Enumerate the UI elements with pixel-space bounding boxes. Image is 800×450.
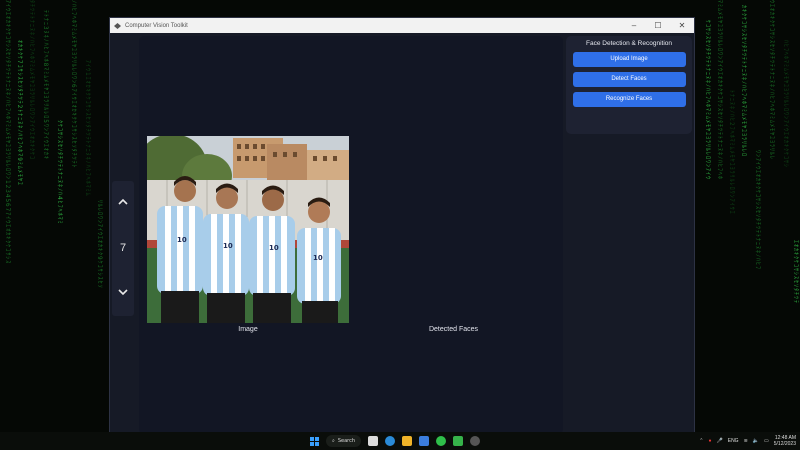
task-view-icon[interactable] [368,436,378,446]
search-icon: ⌕ [332,438,335,444]
svg-text:10: 10 [313,254,323,262]
matrix-rain: ｶｷｸｹｺｻｼｽｾｿﾀﾁﾂﾃﾄﾅﾆﾇﾈﾉﾊﾋﾌﾍﾎﾏﾐﾑﾒﾓﾔﾕﾖﾗﾘﾙﾚﾛ [740,5,747,158]
image-display-panel: 10 10 10 10 Image Detected Faces [139,36,563,434]
matrix-rain: ｳｴｵｶｷｸｹｺｻｼｽｾｿﾀﾁﾂﾃﾄﾅﾆﾇﾈﾉﾊﾋﾌﾍﾎﾏﾐﾑﾒﾓﾔﾕﾖﾗﾘﾙﾚ [768,0,775,161]
title-bar[interactable]: Computer Vision Toolkit – ☐ ✕ [110,18,694,33]
close-icon: ✕ [678,21,686,30]
microphone-icon[interactable]: 🎤 [717,438,723,444]
app-window: Computer Vision Toolkit – ☐ ✕ 7 10 10 10… [109,17,695,436]
matrix-rain: ｴｵｶｷｸｹｺｻｼｽｾｿﾀﾁﾂﾃ [792,240,799,305]
search-label: Search [337,438,355,444]
controls-panel: Face Detection & Recognition Upload Imag… [566,36,692,134]
taskbar-search[interactable]: ⌕ Search [326,435,361,447]
matrix-rain: ｵｶｷｸｹ7ｺｻｼｽｾｿﾀﾁﾂﾃ2ﾄﾅﾆﾇﾈﾉﾊﾋﾌﾍﾎﾏ9ﾐﾑﾒﾓﾔﾕ [16,40,23,186]
vscode-icon[interactable] [419,436,429,446]
maximize-icon: ☐ [654,21,662,30]
volume-icon[interactable]: 🔈 [753,438,759,444]
upload-image-button[interactable]: Upload Image [572,52,686,67]
image-caption: Image [238,326,258,333]
taskbar: ⌕ Search ⌃ ● 🎤 ENG ≋ 🔈 ▭ 12:48 AM 5/12/2… [0,432,800,450]
windows-start-icon[interactable] [309,436,319,446]
chevron-down-icon[interactable] [118,289,128,299]
input-image: 10 10 10 10 [147,136,349,323]
chrome-icon[interactable] [436,436,446,446]
detected-faces-caption: Detected Faces [428,326,479,333]
matrix-rain: ｱｲｳｴｵｶｷｸｹｺｻｼｽｾｿﾀﾁﾂﾃﾄﾅﾆﾇﾈﾉﾊﾋﾌﾍﾎﾏﾐﾑﾒﾓﾔﾕﾖﾗﾘ… [4,0,11,265]
edge-icon[interactable] [385,436,395,446]
clock[interactable]: 12:48 AM 5/12/2023 [774,435,796,447]
language-indicator[interactable]: ENG [728,438,739,444]
file-explorer-icon[interactable] [402,436,412,446]
clock-date: 5/12/2023 [773,441,796,447]
page-navigator: 7 [112,181,134,316]
matrix-rain: ﾉﾊﾋﾌﾍﾎﾏﾐﾑﾒﾓﾔﾕﾖﾗﾘﾙﾚﾛﾜﾝ6ｱｲｳｴｵｶｷｸｹｺｻｼｽｾｿﾀﾁﾂ… [70,0,77,169]
record-icon[interactable]: ● [708,438,711,444]
terminal-icon[interactable] [453,436,463,446]
window-title: Computer Vision Toolkit [125,22,188,29]
chevron-up-icon[interactable]: ⌃ [699,438,703,444]
chevron-up-icon[interactable] [118,198,128,208]
wifi-icon[interactable]: ≋ [744,438,748,444]
minimize-icon: – [631,21,637,30]
window-content: 7 10 10 10 10 Image Detected Faces Face … [110,33,694,435]
svg-text:10: 10 [177,236,187,244]
app-taskbar-icon[interactable] [470,436,480,446]
matrix-rain: ｱｲｳ1ｴｵｶｷｸｹｺｻｼｽｾｿﾀﾁﾂﾃﾄﾅﾆﾇﾈﾉﾊﾋﾌﾍﾎﾏﾐﾑ [84,60,91,197]
page-number: 7 [119,242,127,255]
maximize-button[interactable]: ☐ [646,18,670,33]
matrix-rain: ﾊﾋﾌﾍﾎﾏﾐﾑﾒﾓﾔﾕﾖﾗﾘﾙﾚﾛﾜﾝｱｲｳｴｵｶｷｸｹｺｻｼ [782,40,789,169]
matrix-rain: ﾘﾙﾚﾛﾜﾝｱｲｳｴｵｶｷｸ9ｹｺｻｼｽｾｿ [96,200,103,289]
matrix-rain: ﾜﾝｱｲｳｴｵｶｷｸｹｺｻｼｽｾｿﾀﾁﾂﾃﾄﾅﾆﾇﾈﾉﾊﾋﾌ [754,150,761,271]
matrix-rain: ﾏﾐﾑﾒﾓﾔﾕﾖﾗﾘﾙﾚﾛﾜﾝｱｲｳｴｵｶｷｸｹｺｻｼｽｾｿﾀﾁﾂﾃﾄﾅﾆﾇﾈﾉ… [716,0,723,181]
app-icon [114,22,121,29]
system-tray: ⌃ ● 🎤 ENG ≋ 🔈 ▭ 12:48 AM 5/12/2023 [699,432,796,450]
recognize-faces-button[interactable]: Recognize Faces [572,92,686,107]
matrix-rain: ﾃﾄﾅﾆ3ﾇﾈﾉﾊﾋﾌﾍﾎ8ﾏﾐﾑﾒﾓﾔﾕﾖﾗﾘﾙﾚﾛ5ﾜﾝｱｲｳｴｵｶｷ [42,10,49,160]
minimize-button[interactable]: – [622,18,646,33]
matrix-rain: ｸｹｺｻｼｽｾｿﾀﾁﾂﾃﾄﾅﾆﾇﾈﾉﾊ4ﾋﾌﾍﾎﾏﾐ [56,120,63,225]
matrix-rain: ｹｺｻｼｽｾｿﾀﾁﾂﾃﾄﾅﾆﾇﾈﾉﾊﾋﾌﾍﾎﾏﾐﾑﾒﾓﾔﾕﾖﾗﾘﾙﾚﾛﾜﾝｱｲｳ [704,20,711,181]
matrix-rain: ﾀﾁﾂﾃﾄﾅﾆﾇﾈﾉﾊﾋﾌﾍﾎﾏﾐﾑﾒﾓﾔﾕﾖﾗﾘﾙﾚﾛﾜﾝｱｲｳｴｵｶｷｸｹｺ [28,0,35,161]
detect-faces-button[interactable]: Detect Faces [572,72,686,87]
svg-text:10: 10 [269,244,279,252]
taskbar-apps: ⌕ Search [309,432,480,450]
battery-icon[interactable]: ▭ [764,438,769,444]
matrix-rain: ﾄﾅﾆﾇﾈﾉﾊﾋ2ﾌﾍﾎﾏﾐﾑﾒﾓﾔﾕﾖﾗﾘﾙﾚﾛﾜﾝｱｲｳｴ [728,90,735,215]
svg-text:10: 10 [223,242,233,250]
controls-title: Face Detection & Recognition [586,40,672,47]
close-button[interactable]: ✕ [670,18,694,33]
